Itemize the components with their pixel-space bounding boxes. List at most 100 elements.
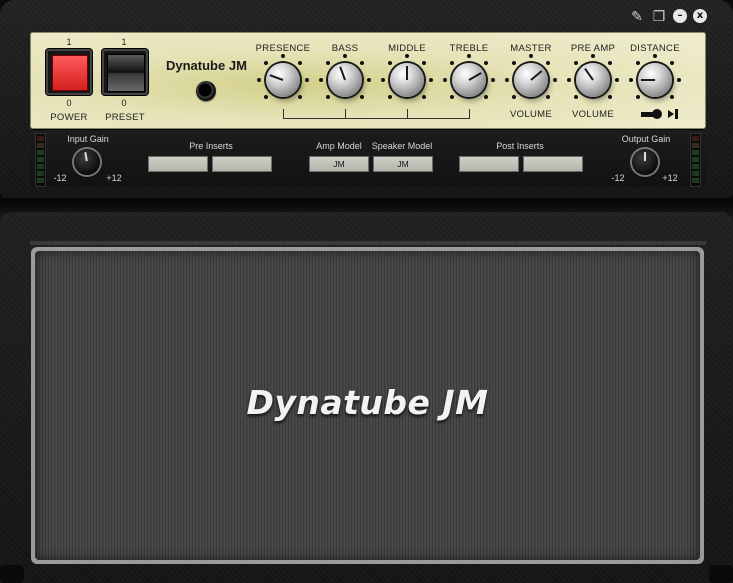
distance-indicator	[641, 109, 681, 121]
post-inserts-label: Post Inserts	[496, 141, 544, 151]
speaker-bar-icon	[675, 109, 678, 119]
control-panel: 1 0 POWER 1 0 PRESET Dynatube JM PRESENC…	[30, 32, 706, 129]
knob-scale-dot	[264, 61, 269, 66]
presence-knob[interactable]	[266, 63, 300, 97]
knob-scale-dot	[483, 61, 488, 66]
knob-label-preamp: PRE AMP	[570, 43, 616, 54]
knob-scale-dot	[388, 61, 393, 66]
middle-knob[interactable]	[390, 63, 424, 97]
knob-scale-dot	[421, 61, 426, 66]
copy-icon[interactable]: ❐	[651, 8, 667, 24]
knob-scale-dot	[545, 61, 550, 66]
input-gain-min: -12	[53, 173, 67, 183]
amp-head: ✎ ❐ – x 1 0 POWER 1 0 PRESET Dynatube JM…	[0, 0, 733, 198]
knob-scale-dot	[450, 94, 455, 99]
post-insert-slot-1[interactable]	[459, 156, 519, 172]
preamp-volume-knob[interactable]	[576, 63, 610, 97]
knob-scale-dot	[483, 94, 488, 99]
knob-scale-dot	[367, 78, 371, 82]
bass-knob[interactable]	[328, 63, 362, 97]
pre-insert-slot-1[interactable]	[148, 156, 208, 172]
treble-knob[interactable]	[452, 63, 486, 97]
speaker-icon	[668, 110, 674, 118]
pre-inserts-label: Pre Inserts	[189, 141, 233, 151]
knob-scale-dot	[607, 61, 612, 66]
knob-scale-dot	[421, 94, 426, 99]
knob-scale-dot	[574, 94, 579, 99]
amp-model-selector[interactable]: JM	[309, 156, 369, 172]
knob-scale-dot	[653, 54, 657, 58]
knob-scale-dot	[677, 78, 681, 82]
knob-scale-dot	[297, 61, 302, 66]
pin-icon[interactable]: ✎	[629, 8, 645, 24]
knob-label-presence: PRESENCE	[255, 43, 311, 54]
knob-scale-dot	[297, 94, 302, 99]
master-volume-knob[interactable]	[514, 63, 548, 97]
speaker-model-label: Speaker Model	[371, 141, 433, 151]
cabinet-trim	[30, 241, 706, 245]
knob-scale-dot	[305, 78, 309, 82]
preset-switch[interactable]	[102, 49, 148, 95]
knob-scale-dot	[257, 78, 261, 82]
status-lamp-icon	[196, 81, 216, 101]
power-switch[interactable]	[46, 49, 92, 95]
knob-scale-dot	[591, 54, 595, 58]
tone-bracket-tick	[469, 109, 470, 119]
knob-scale-dot	[429, 78, 433, 82]
power-off-label: 0	[66, 98, 72, 108]
knob-scale-dot	[607, 94, 612, 99]
knob-scale-dot	[669, 94, 674, 99]
tone-bracket	[283, 118, 469, 119]
output-gain-knob[interactable]	[632, 149, 658, 175]
pre-insert-slot-2[interactable]	[212, 156, 272, 172]
power-on-label: 1	[66, 37, 72, 47]
knob-scale-dot	[359, 94, 364, 99]
knob-scale-dot	[281, 54, 285, 58]
input-gain-label: Input Gain	[67, 134, 109, 144]
post-insert-slot-2[interactable]	[523, 156, 583, 172]
knob-scale-dot	[636, 61, 641, 66]
master-volume-label: VOLUME	[510, 109, 552, 120]
amp-model-label: Amp Model	[316, 141, 362, 151]
knob-scale-dot	[343, 54, 347, 58]
knob-scale-dot	[264, 94, 269, 99]
input-gain-max: +12	[106, 173, 122, 183]
knob-scale-dot	[512, 94, 517, 99]
tone-bracket-tick	[345, 109, 346, 119]
preset-off-label: 0	[121, 98, 127, 108]
knob-label-middle: MIDDLE	[388, 43, 426, 54]
output-gain-label: Output Gain	[621, 134, 671, 144]
minimize-icon[interactable]: –	[673, 9, 687, 23]
preset-switch-indicator	[107, 54, 145, 92]
cabinet-corner-left	[0, 565, 24, 583]
grille-frame: Dynatube JM	[31, 247, 704, 564]
output-gain-max: +12	[662, 173, 678, 183]
speaker-grille: Dynatube JM	[35, 251, 700, 560]
knob-scale-dot	[669, 61, 674, 66]
routing-strip: Input Gain -12 +12 Pre Inserts Amp Model…	[30, 131, 706, 187]
knob-scale-dot	[467, 54, 471, 58]
close-icon[interactable]: x	[693, 9, 707, 23]
speaker-model-selector[interactable]: JM	[373, 156, 433, 172]
output-gain-min: -12	[611, 173, 625, 183]
knob-scale-dot	[629, 78, 633, 82]
knob-label-treble: TREBLE	[449, 43, 489, 54]
knob-scale-dot	[512, 61, 517, 66]
input-gain-knob[interactable]	[74, 149, 100, 175]
knob-scale-dot	[359, 61, 364, 66]
knob-scale-dot	[319, 78, 323, 82]
knob-label-bass: BASS	[331, 43, 359, 54]
power-switch-indicator	[52, 55, 88, 91]
knob-scale-dot	[450, 61, 455, 66]
distance-knob[interactable]	[638, 63, 672, 97]
brand-name: Dynatube JM	[166, 58, 247, 73]
knob-label-distance: DISTANCE	[630, 43, 680, 54]
tone-bracket-tick	[283, 109, 284, 119]
knob-scale-dot	[443, 78, 447, 82]
power-label: POWER	[50, 112, 88, 123]
knob-scale-dot	[615, 78, 619, 82]
output-level-meter	[690, 133, 701, 187]
knob-scale-dot	[636, 94, 641, 99]
knob-scale-dot	[505, 78, 509, 82]
preamp-volume-label: VOLUME	[572, 109, 614, 120]
